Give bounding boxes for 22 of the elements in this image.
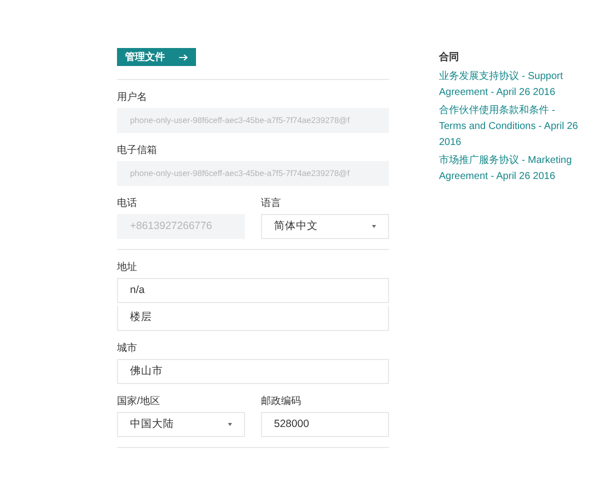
field-label: 邮政编码	[261, 394, 302, 409]
arrow-right-icon	[179, 54, 188, 60]
field-label: 语言	[261, 196, 282, 211]
select-field[interactable]: 简体中文	[261, 214, 389, 239]
input-field[interactable]: n/a	[117, 278, 389, 303]
manage-files-button[interactable]: 管理文件	[117, 48, 196, 66]
contract-link[interactable]: 合作伙伴使用条款和条件 - Terms and Conditions - April 26 2016	[439, 103, 579, 151]
field-label: 国家/地区	[117, 394, 161, 409]
field-label: 用户名	[117, 90, 148, 105]
contracts-title: 合同	[439, 50, 460, 65]
dropdown-caret-icon	[372, 225, 376, 228]
field-label: 城市	[117, 342, 138, 356]
field-label: 电子信箱	[117, 144, 158, 158]
input-field[interactable]: 佛山市	[117, 359, 389, 384]
dropdown-caret-icon	[228, 423, 232, 426]
contract-link[interactable]: 业务发展支持协议 - Support Agreement - April 26 2016	[439, 69, 579, 101]
select-field[interactable]: 中国大陆	[117, 412, 245, 437]
contract-link[interactable]: 市场推广服务协议 - Marketing Agreement - April 26 2016	[439, 153, 579, 185]
field-label: 电话	[117, 196, 138, 211]
input-field[interactable]: 528000	[261, 412, 389, 437]
field-label: 地址	[117, 260, 138, 275]
input-field[interactable]: 楼层	[117, 306, 389, 331]
